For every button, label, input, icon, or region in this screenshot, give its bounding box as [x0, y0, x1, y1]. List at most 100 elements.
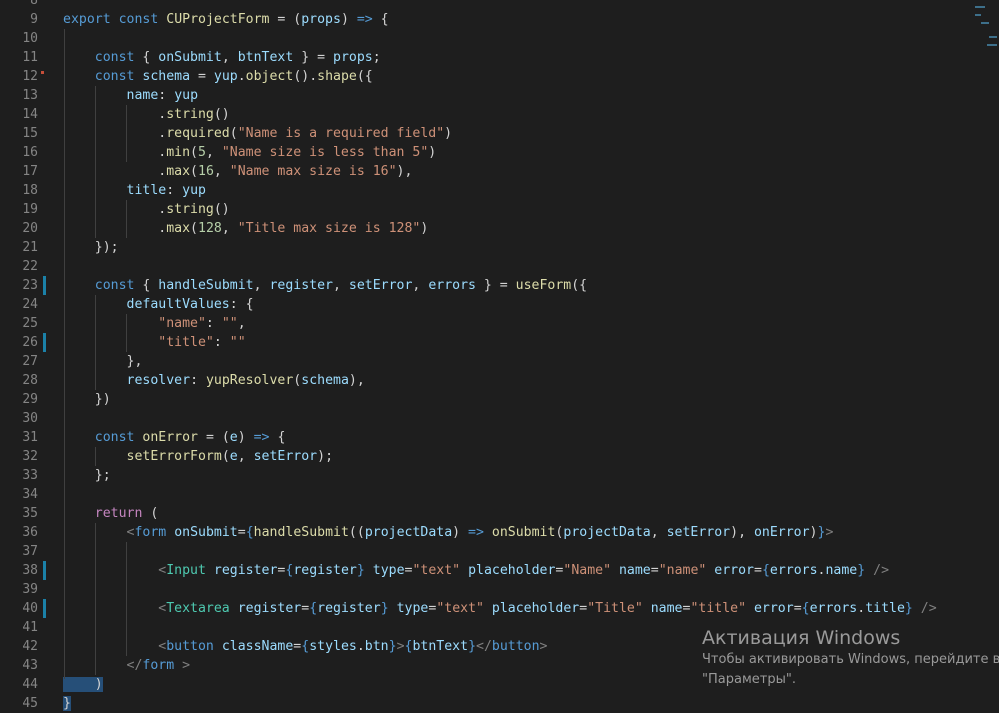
code-token: name — [825, 563, 858, 578]
code-line[interactable]: 11 const { onSubmit, btnText } = props; — [0, 48, 999, 67]
code-token: = — [579, 601, 588, 616]
code-token: Input — [166, 563, 206, 578]
modified-line-marker — [43, 276, 46, 295]
code-line[interactable]: 22 — [0, 257, 999, 276]
minimap[interactable] — [969, 0, 999, 50]
code-token: "text" — [412, 563, 461, 578]
code-line[interactable]: 29 }) — [0, 390, 999, 409]
code-token: errors — [769, 563, 818, 578]
code-line[interactable]: 19 .string() — [0, 200, 999, 219]
code-line[interactable]: 20 .max(128, "Title max size is 128") — [0, 219, 999, 238]
code-token: } — [356, 563, 365, 578]
code-token: = — [793, 601, 802, 616]
code-token: "text" — [436, 601, 484, 616]
code-token: { — [269, 430, 286, 445]
code-line[interactable]: 24 defaultValues: { — [0, 295, 999, 314]
code-line[interactable]: 35 return ( — [0, 504, 999, 523]
code-line[interactable]: 9 export const CUProjectForm = (props) =>… — [0, 10, 999, 29]
code-token: props — [301, 12, 341, 27]
code-token: register — [269, 278, 333, 293]
code-line[interactable]: 40 <Textarea register={register} type="t… — [0, 599, 999, 618]
code-line[interactable]: 27 }, — [0, 352, 999, 371]
indent-guide — [95, 447, 96, 466]
code-token: placeholder — [468, 563, 556, 578]
code-token: required — [166, 126, 230, 141]
code-line[interactable]: 15 .required("Name is a required field") — [0, 124, 999, 143]
code-line[interactable]: 8 — [0, 0, 999, 10]
code-line[interactable]: 18 title: yup — [0, 181, 999, 200]
code-token: defaultValues — [126, 297, 230, 312]
watermark-line-2: "Параметры". — [702, 672, 796, 687]
line-number: 38 — [22, 563, 38, 578]
code-line[interactable]: 34 — [0, 485, 999, 504]
code-line[interactable]: 16 .min(5, "Name size is less than 5") — [0, 143, 999, 162]
code-line[interactable]: 25 "name": "", — [0, 314, 999, 333]
code-text: name: yup — [63, 86, 198, 105]
code-token: ), — [348, 373, 365, 388]
code-line[interactable]: 10 — [0, 29, 999, 48]
code-line[interactable]: 32 setErrorForm(e, setError); — [0, 447, 999, 466]
modified-line-marker — [43, 561, 46, 580]
code-text: <Textarea register={register} type="text… — [63, 599, 936, 618]
indent-guide — [126, 314, 127, 352]
code-token: { — [301, 639, 310, 654]
code-token: register — [293, 563, 357, 578]
code-line[interactable]: 33 }; — [0, 466, 999, 485]
code-token: = — [753, 563, 762, 578]
code-line[interactable]: 36 <form onSubmit={handleSubmit((project… — [0, 523, 999, 542]
code-token: string — [166, 107, 214, 122]
code-line[interactable]: 21 }); — [0, 238, 999, 257]
code-token: , — [213, 164, 230, 179]
code-token: = — [301, 601, 310, 616]
line-number: 15 — [22, 126, 38, 141]
code-line[interactable]: 37 — [0, 542, 999, 561]
code-text: defaultValues: { — [63, 295, 254, 314]
code-token: > — [182, 658, 191, 673]
code-token: const — [94, 278, 135, 293]
code-line[interactable]: 12 const schema = yup.object().shape({ — [0, 67, 999, 86]
code-token: register — [317, 601, 381, 616]
code-token: ( — [229, 126, 238, 141]
code-token: shape — [317, 69, 357, 84]
code-line[interactable]: 14 .string() — [0, 105, 999, 124]
code-editor[interactable]: 8 9 export const CUProjectForm = (props) =… — [0, 0, 999, 711]
line-number: 12 — [22, 69, 38, 84]
code-token: min — [166, 145, 191, 160]
line-number: 31 — [22, 430, 38, 445]
code-text: const schema = yup.object().shape({ — [63, 67, 373, 86]
code-token: errors — [428, 278, 476, 293]
code-token: () — [213, 202, 230, 217]
code-line[interactable]: 39 — [0, 580, 999, 599]
code-token: { — [801, 601, 810, 616]
code-line[interactable]: 30 — [0, 409, 999, 428]
code-line[interactable]: 26 "title": "" — [0, 333, 999, 352]
code-line[interactable]: 17 .max(16, "Name max size is 16"), — [0, 162, 999, 181]
line-number: 39 — [22, 582, 38, 597]
code-token: "name" — [158, 316, 206, 331]
code-token: , — [333, 278, 349, 293]
code-text: }; — [63, 466, 111, 485]
line-number: 23 — [22, 278, 38, 293]
code-line[interactable]: 31 const onError = (e) => { — [0, 428, 999, 447]
code-token: . — [63, 145, 167, 160]
code-token: "" — [221, 316, 238, 331]
code-token: () — [213, 107, 230, 122]
code-token: name — [618, 563, 651, 578]
line-number: 13 — [22, 88, 38, 103]
code-line[interactable]: 45} — [0, 694, 999, 713]
code-token: ) — [420, 221, 429, 236]
code-token: </ — [476, 639, 492, 654]
code-token: "title" — [690, 601, 747, 616]
code-line[interactable]: 38 <Input register={register} type="text… — [0, 561, 999, 580]
code-token: ; — [372, 50, 381, 65]
code-line[interactable]: 13 name: yup — [0, 86, 999, 105]
code-line[interactable]: 28 resolver: yupResolver(schema), — [0, 371, 999, 390]
code-line[interactable]: 23 const { handleSubmit, register, setEr… — [0, 276, 999, 295]
code-text: } — [63, 694, 71, 713]
code-token: const — [118, 12, 159, 27]
code-token: > — [539, 639, 548, 654]
